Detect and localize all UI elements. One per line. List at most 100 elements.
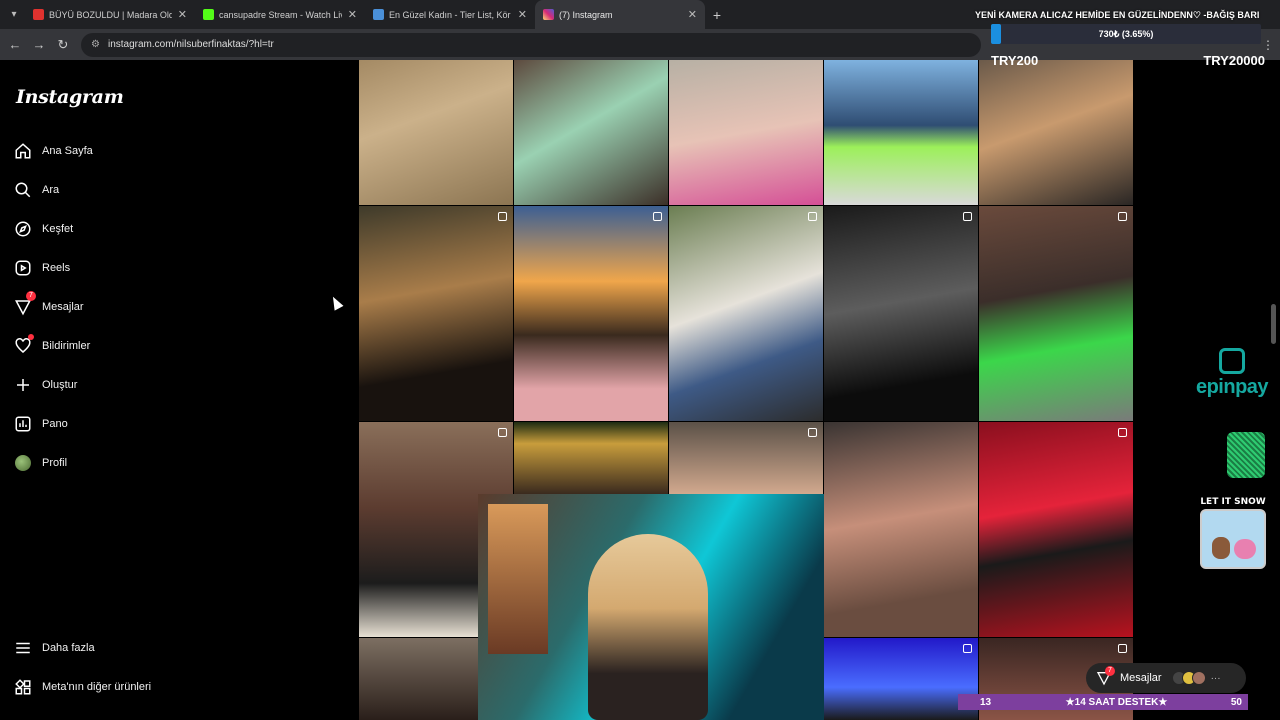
post-thumbnail[interactable] bbox=[669, 422, 823, 494]
instagram-sidebar: Instagram Ana Sayfa Ara Keşfet Reels 7 M… bbox=[0, 60, 358, 720]
sponsor-name: epinpay bbox=[1195, 376, 1269, 398]
menu-icon bbox=[16, 642, 30, 654]
gift-box-icon bbox=[1227, 432, 1265, 478]
carousel-icon bbox=[963, 212, 972, 221]
nav-label: Meta'nın diğer ürünleri bbox=[42, 681, 152, 693]
tierlist-favicon-icon bbox=[373, 9, 384, 20]
messages-label: Mesajlar bbox=[1120, 672, 1162, 684]
carousel-icon bbox=[808, 212, 817, 221]
support-count: 50 bbox=[1230, 696, 1242, 708]
avatar bbox=[15, 455, 31, 471]
tab-title: cansupadre Stream - Watch Live bbox=[219, 9, 342, 20]
post-thumbnail[interactable] bbox=[824, 60, 978, 205]
goal-max: TRY20000 bbox=[1203, 53, 1265, 68]
post-thumbnail[interactable] bbox=[359, 60, 513, 205]
nav-more[interactable]: Daha fazla bbox=[14, 636, 95, 660]
browser-tab-2[interactable]: En Güzel Kadın - Tier List, Kör Sır ✕ bbox=[365, 0, 535, 29]
let-it-snow-widget: LET IT SNOW bbox=[1192, 497, 1274, 583]
compass-icon bbox=[15, 221, 31, 237]
goal-percent: 730₺ (3.65%) bbox=[1098, 29, 1154, 39]
nav-label: Keşfet bbox=[42, 223, 74, 235]
close-tab-icon[interactable]: ✕ bbox=[178, 8, 187, 21]
post-thumbnail[interactable] bbox=[979, 422, 1133, 637]
nav-notifications[interactable]: Bildirimler bbox=[14, 334, 90, 358]
messages-pill[interactable]: 7 Mesajlar ··· bbox=[1086, 663, 1246, 693]
new-tab-icon[interactable]: + bbox=[705, 7, 729, 23]
carousel-icon bbox=[1118, 212, 1127, 221]
post-thumbnail[interactable] bbox=[824, 422, 978, 637]
snow-title: LET IT SNOW bbox=[1200, 497, 1266, 507]
nav-label: Oluştur bbox=[42, 379, 78, 391]
chart-icon bbox=[15, 416, 31, 432]
post-thumbnail[interactable] bbox=[514, 422, 668, 494]
goal-min: TRY200 bbox=[991, 53, 1039, 68]
post-thumbnail[interactable] bbox=[824, 638, 978, 720]
close-tab-icon[interactable]: ✕ bbox=[348, 8, 357, 21]
nav-meta-products[interactable]: Meta'nın diğer ürünleri bbox=[14, 675, 151, 699]
nav-label: Ara bbox=[42, 184, 60, 196]
forward-arrow-icon[interactable]: → bbox=[27, 37, 51, 52]
post-thumbnail[interactable] bbox=[979, 60, 1133, 205]
carousel-icon bbox=[653, 212, 662, 221]
nav-home[interactable]: Ana Sayfa bbox=[14, 139, 93, 163]
home-icon bbox=[15, 143, 31, 159]
donation-goal-overlay: YENİ KAMERA ALICAZ HEMİDE EN GÜZELİNDENN… bbox=[975, 6, 1275, 76]
youtube-favicon-icon bbox=[33, 9, 44, 20]
post-thumbnail[interactable] bbox=[669, 206, 823, 421]
page-scrollbar[interactable] bbox=[1271, 304, 1276, 344]
nav-label: Ana Sayfa bbox=[42, 145, 93, 157]
support-text: ★14 SAAT DESTEK★ bbox=[1065, 696, 1168, 708]
post-thumbnail[interactable] bbox=[979, 206, 1133, 421]
carousel-icon bbox=[963, 644, 972, 653]
nav-label: Profil bbox=[42, 457, 68, 469]
back-arrow-icon[interactable]: ← bbox=[3, 37, 27, 52]
nav-label: Reels bbox=[42, 262, 71, 274]
url-field[interactable]: ⚙ instagram.com/nilsuberfinaktas/?hl=tr bbox=[81, 32, 981, 57]
browser-tab-0[interactable]: BÜYÜ BOZULDU | Madara Oldu ✕ bbox=[25, 0, 195, 29]
post-thumbnail[interactable] bbox=[359, 206, 513, 421]
streamer-webcam bbox=[478, 494, 824, 720]
support-bar: 13 ★14 SAAT DESTEK★ 50 bbox=[958, 694, 1248, 710]
instagram-logo[interactable]: Instagram bbox=[16, 86, 124, 108]
post-thumbnail[interactable] bbox=[669, 60, 823, 205]
more-icon: ··· bbox=[1210, 672, 1221, 684]
nav-profile[interactable]: Profil bbox=[14, 451, 67, 475]
plus-icon bbox=[17, 379, 29, 391]
nav-label: Mesajlar bbox=[42, 301, 84, 313]
grid-icon bbox=[15, 679, 31, 695]
goal-progress-bar: 730₺ (3.65%) bbox=[991, 24, 1261, 44]
carousel-icon bbox=[1118, 428, 1127, 437]
tab-search-icon[interactable]: ▾ bbox=[3, 4, 25, 26]
nav-search[interactable]: Ara bbox=[14, 178, 59, 202]
site-settings-icon[interactable]: ⚙ bbox=[91, 39, 100, 50]
snow-globe-icon bbox=[1200, 509, 1266, 569]
nav-dashboard[interactable]: Pano bbox=[14, 412, 68, 436]
support-level: 13 bbox=[980, 696, 992, 708]
epinpay-icon bbox=[1219, 348, 1245, 374]
carousel-icon bbox=[498, 428, 507, 437]
post-thumbnail[interactable] bbox=[824, 206, 978, 421]
nav-messages[interactable]: 7 Mesajlar bbox=[14, 291, 84, 319]
post-thumbnail[interactable] bbox=[514, 206, 668, 421]
carousel-icon bbox=[498, 212, 507, 221]
carousel-icon bbox=[1118, 644, 1127, 653]
recent-avatars bbox=[1171, 671, 1206, 685]
notification-dot bbox=[28, 334, 34, 340]
post-thumbnail[interactable] bbox=[514, 60, 668, 205]
nav-create[interactable]: Oluştur bbox=[14, 373, 77, 397]
close-tab-icon[interactable]: ✕ bbox=[518, 8, 527, 21]
browser-tab-1[interactable]: cansupadre Stream - Watch Live ✕ bbox=[195, 0, 365, 29]
reload-icon[interactable]: ↻ bbox=[51, 37, 75, 53]
avatar bbox=[1191, 671, 1206, 685]
close-tab-icon[interactable]: ✕ bbox=[688, 8, 697, 21]
nav-reels[interactable]: Reels bbox=[14, 256, 70, 280]
tab-title: (7) Instagram bbox=[559, 9, 613, 20]
nav-label: Daha fazla bbox=[42, 642, 95, 654]
nav-explore[interactable]: Keşfet bbox=[14, 217, 73, 241]
messages-badge: 7 bbox=[26, 291, 36, 301]
browser-tab-3[interactable]: (7) Instagram ✕ bbox=[535, 0, 705, 29]
kick-favicon-icon bbox=[203, 9, 214, 20]
nav-label: Pano bbox=[42, 418, 68, 430]
messenger-icon: 7 bbox=[1096, 666, 1115, 686]
messages-badge: 7 bbox=[1105, 666, 1115, 676]
